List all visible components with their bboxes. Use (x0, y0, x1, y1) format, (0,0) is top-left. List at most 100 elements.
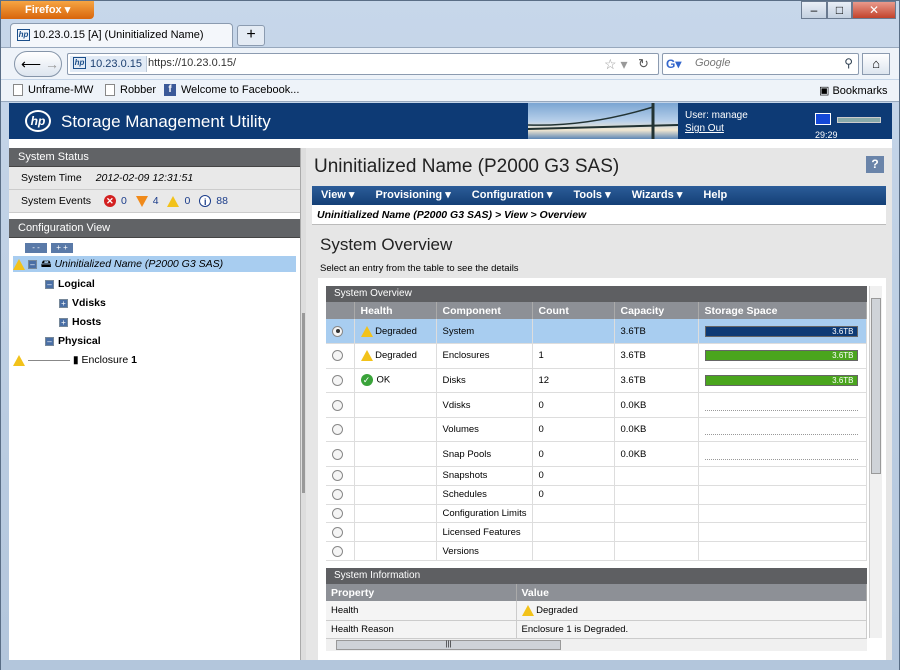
table-row[interactable]: Vdisks 0 0.0KB (326, 392, 867, 418)
bookmark-unframe[interactable]: Unframe-MW (13, 84, 93, 97)
minimize-button[interactable]: – (801, 1, 827, 19)
tree-node-logical[interactable]: – Logical (45, 276, 95, 292)
system-information-table: Property Value Health Degraded Health Re… (326, 584, 867, 640)
table-row[interactable]: Degraded Enclosures 1 3.6TB 3.6TB (326, 343, 867, 369)
count-cell: 0 (532, 466, 615, 486)
url-text[interactable]: https://10.23.0.15/ (148, 57, 236, 69)
row-select-radio[interactable] (332, 374, 343, 386)
site-identity-button[interactable]: hp 10.23.0.15 (70, 56, 147, 72)
table-row: Health Reason Enclosure 1 is Degraded. (326, 620, 867, 640)
sign-out-link[interactable]: Sign Out (685, 123, 724, 134)
row-select-radio[interactable] (332, 508, 343, 520)
menu-wizards[interactable]: Wizards ▾ (632, 189, 683, 201)
row-select-radio[interactable] (332, 325, 343, 337)
expand-icon[interactable]: + (59, 317, 68, 327)
tree-node-system[interactable]: – 🖴 Uninitialized Name (P2000 G3 SAS) (13, 256, 296, 272)
component-cell: Schedules (436, 485, 533, 505)
search-input[interactable] (695, 57, 835, 69)
home-button[interactable]: ⌂ (862, 53, 890, 75)
component-cell: Vdisks (436, 392, 533, 418)
capacity-cell (614, 485, 699, 505)
expand-icon[interactable]: + (59, 298, 68, 308)
menu-view[interactable]: View ▾ (321, 189, 354, 201)
component-cell: System (436, 319, 533, 345)
hp-logo-icon: hp (25, 110, 51, 132)
column-count[interactable]: Count (532, 302, 615, 319)
tree-node-vdisks[interactable]: + Vdisks (59, 295, 106, 311)
bookmark-robber[interactable]: Robber (105, 84, 156, 97)
url-bar[interactable]: hp 10.23.0.15 https://10.23.0.15/ ☆ ▾ ↻ (67, 53, 659, 75)
collapse-icon[interactable]: – (45, 336, 54, 346)
reload-icon[interactable]: ↻ (638, 56, 649, 72)
row-select-radio[interactable] (332, 424, 343, 436)
table-row[interactable]: Schedules 0 (326, 485, 867, 505)
search-icon[interactable]: ⚲ (844, 56, 853, 70)
expand-all-button[interactable]: + + (51, 243, 73, 253)
collapse-all-button[interactable]: - - (25, 243, 47, 253)
forward-arrow-icon[interactable]: → (45, 56, 59, 72)
column-capacity[interactable]: Capacity (614, 302, 699, 319)
health-cell (354, 441, 437, 468)
health-cell: Degraded (354, 343, 437, 369)
row-select-radio[interactable] (332, 489, 343, 501)
menu-tools[interactable]: Tools ▾ (574, 189, 611, 201)
new-tab-button[interactable]: + (237, 25, 265, 46)
overview-scrollbar[interactable] (869, 286, 882, 638)
horizontal-scrollbar[interactable]: ||| (326, 638, 867, 651)
scroll-thumb[interactable]: ||| (336, 640, 561, 650)
row-select-radio[interactable] (332, 350, 343, 362)
close-window-button[interactable]: ✕ (852, 1, 896, 19)
system-events-row[interactable]: System Events ✕ 0 4 0 i 88 (9, 190, 300, 213)
bookmarks-menu[interactable]: ▣ Bookmarks (819, 84, 888, 97)
column-storage-space[interactable]: Storage Space (698, 302, 867, 319)
browser-status-bar (1, 661, 899, 670)
info-event-icon: i (199, 195, 212, 208)
back-forward-buttons[interactable]: ⟵ → (14, 51, 62, 77)
row-select-radio[interactable] (332, 545, 343, 557)
table-row[interactable]: Degraded System 3.6TB 3.6TB (326, 319, 867, 345)
table-row[interactable]: Volumes 0 0.0KB (326, 417, 867, 443)
maximize-button[interactable]: □ (827, 1, 852, 19)
row-select-radio[interactable] (332, 526, 343, 538)
bookmark-facebook[interactable]: f Welcome to Facebook... (164, 84, 299, 97)
tree-node-enclosure[interactable]: ▮ Enclosure 1 (13, 352, 137, 368)
capacity-cell: 3.6TB (614, 319, 699, 345)
google-icon[interactable]: G▾ (666, 57, 681, 71)
browser-tab[interactable]: hp 10.23.0.15 [A] (Uninitialized Name) (10, 23, 233, 47)
storage-space-cell (698, 504, 867, 524)
component-cell: Licensed Features (436, 522, 533, 543)
capacity-cell: 0.0KB (614, 392, 699, 418)
table-row[interactable]: ✓ OK Disks 12 3.6TB 3.6TB (326, 368, 867, 394)
row-select-radio[interactable] (332, 399, 343, 411)
warning-event-icon (167, 195, 180, 207)
tree-node-hosts[interactable]: + Hosts (59, 314, 101, 330)
table-row[interactable]: Snap Pools 0 0.0KB (326, 441, 867, 468)
search-box[interactable]: G▾ ⚲ (662, 53, 859, 75)
column-component[interactable]: Component (436, 302, 533, 319)
help-button[interactable]: ? (866, 156, 884, 173)
firefox-menu-button[interactable]: Firefox ▾ (1, 1, 94, 19)
system-status-header: System Status (9, 148, 300, 167)
table-row[interactable]: Versions (326, 541, 867, 562)
row-select-radio[interactable] (332, 470, 343, 482)
menu-help[interactable]: Help (703, 189, 727, 201)
left-scrollbar[interactable] (302, 313, 305, 493)
column-property[interactable]: Property (326, 584, 517, 601)
collapse-icon[interactable]: – (45, 279, 54, 289)
table-row[interactable]: Licensed Features (326, 522, 867, 543)
back-arrow-icon[interactable]: ⟵ (21, 56, 41, 72)
menu-provisioning[interactable]: Provisioning ▾ (376, 189, 451, 201)
row-select-radio[interactable] (332, 448, 343, 460)
menu-configuration[interactable]: Configuration ▾ (472, 189, 553, 201)
storage-space-cell (698, 417, 867, 443)
scroll-thumb[interactable] (871, 298, 881, 474)
collapse-icon[interactable]: – (27, 259, 37, 269)
column-health[interactable]: Health (354, 302, 437, 319)
tree-node-physical[interactable]: – Physical (45, 333, 101, 349)
table-row[interactable]: Snapshots 0 (326, 466, 867, 486)
table-row[interactable]: Configuration Limits (326, 504, 867, 524)
bookmark-star-icon[interactable]: ☆ ▾ (604, 56, 627, 73)
capacity-cell: 0.0KB (614, 441, 699, 468)
column-value[interactable]: Value (516, 584, 867, 601)
configuration-view-header: Configuration View (9, 219, 300, 238)
